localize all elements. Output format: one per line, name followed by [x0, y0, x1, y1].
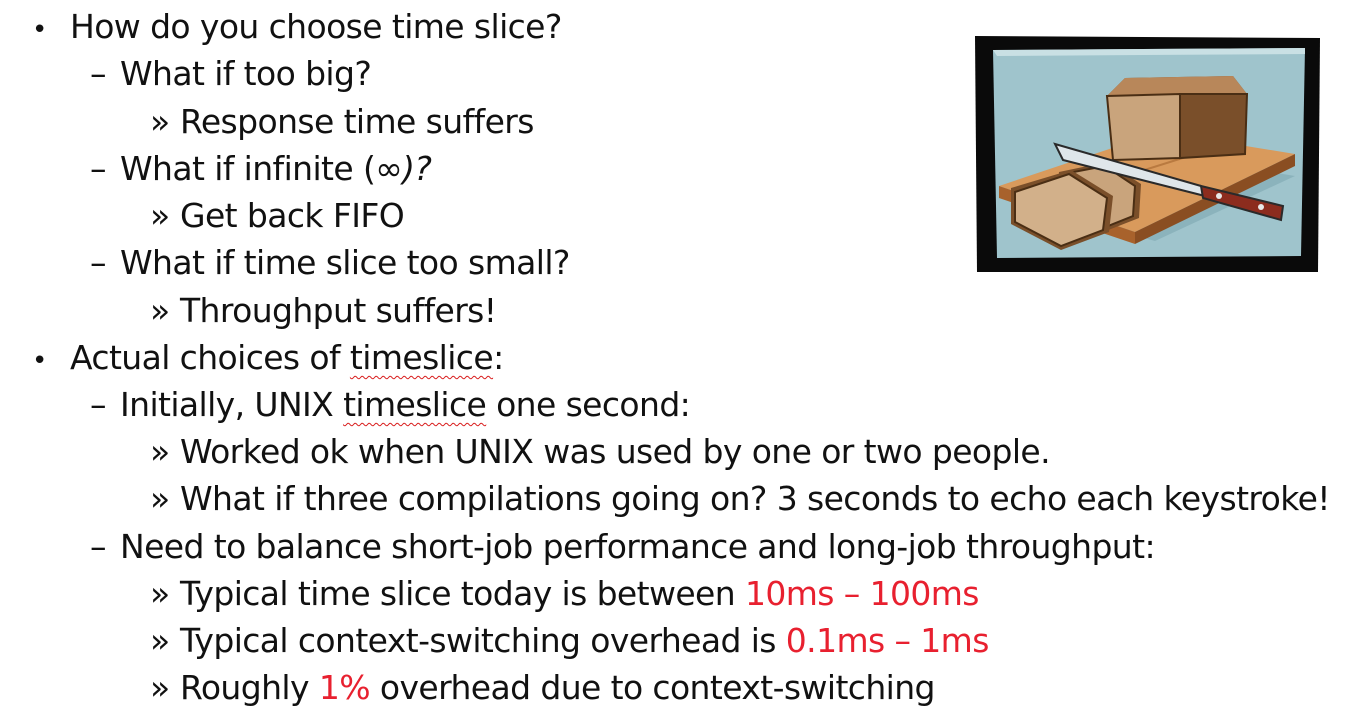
- misspelled-word[interactable]: timeslice: [350, 338, 494, 377]
- dash-marker: –: [90, 385, 107, 424]
- bullet-text: Initially, UNIX: [120, 385, 344, 424]
- chevron-marker: »: [150, 196, 170, 235]
- bullet-line: » What if three compilations going on? 3 …: [150, 479, 1331, 519]
- bullet-line: • How do you choose time slice?: [32, 7, 562, 50]
- bullet-text: Get back FIFO: [180, 196, 405, 235]
- bullet-text: What if too big?: [120, 54, 372, 93]
- bullet-line: » Typical time slice today is between 10m…: [150, 574, 980, 614]
- bullet-text: Response time suffers: [180, 102, 534, 141]
- bullet-line: – What if time slice too small?: [90, 243, 570, 283]
- infinity-symbol: ∞: [375, 149, 403, 188]
- bread-and-knife-icon: [975, 36, 1320, 272]
- bullet-line: » Worked ok when UNIX was used by one or …: [150, 432, 1051, 472]
- bullet-text: What if time slice too small?: [120, 243, 570, 282]
- bullet-text: Actual choices of: [70, 338, 350, 377]
- bullet-text: Roughly: [180, 668, 319, 707]
- chevron-marker: »: [150, 621, 170, 660]
- highlight-value: 10ms – 100ms: [744, 574, 980, 613]
- highlight-value: 0.1ms – 1ms: [785, 621, 990, 660]
- dash-marker: –: [90, 149, 107, 188]
- bullet-text: Need to balance short-job performance an…: [120, 527, 1156, 566]
- chevron-marker: »: [150, 291, 170, 330]
- bullet-line: – What if infinite (∞)?: [90, 149, 432, 189]
- bullet-line: – What if too big?: [90, 54, 372, 94]
- bullet-line: – Need to balance short-job performance a…: [90, 527, 1156, 567]
- bullet-text: How do you choose time slice?: [70, 7, 562, 46]
- bullet-line: » Roughly 1% overhead due to context-swit…: [150, 668, 935, 708]
- bullet-text: one second:: [486, 385, 691, 424]
- bullet-line: » Get back FIFO: [150, 196, 405, 236]
- chevron-marker: »: [150, 432, 170, 471]
- bullet-marker: •: [32, 15, 47, 45]
- chevron-marker: »: [150, 668, 170, 707]
- bullet-line: – Initially, UNIX timeslice one second:: [90, 385, 691, 425]
- bullet-text: :: [493, 338, 504, 377]
- bullet-text: Typical time slice today is between: [180, 574, 745, 613]
- dash-marker: –: [90, 243, 107, 282]
- bullet-text: Throughput suffers!: [180, 291, 497, 330]
- bullet-text: Typical context-switching overhead is: [180, 621, 786, 660]
- bullet-text: overhead due to context-switching: [369, 668, 936, 707]
- bullet-line: • Actual choices of timeslice:: [32, 338, 504, 381]
- bullet-line: » Response time suffers: [150, 102, 534, 142]
- bullet-text: What if infinite (: [120, 149, 376, 188]
- dash-marker: –: [90, 54, 107, 93]
- bullet-text: )?: [402, 149, 432, 188]
- dash-marker: –: [90, 527, 107, 566]
- bullet-text: Worked ok when UNIX was used by one or t…: [180, 432, 1051, 471]
- bullet-text: What if three compilations going on? 3 s…: [180, 479, 1331, 518]
- chevron-marker: »: [150, 102, 170, 141]
- chevron-marker: »: [150, 574, 170, 613]
- bullet-line: » Throughput suffers!: [150, 291, 497, 331]
- misspelled-word[interactable]: timeslice: [343, 385, 487, 424]
- bullet-line: » Typical context-switching overhead is 0…: [150, 621, 989, 661]
- chevron-marker: »: [150, 479, 170, 518]
- bullet-marker: •: [32, 346, 47, 376]
- highlight-value: 1%: [318, 668, 371, 707]
